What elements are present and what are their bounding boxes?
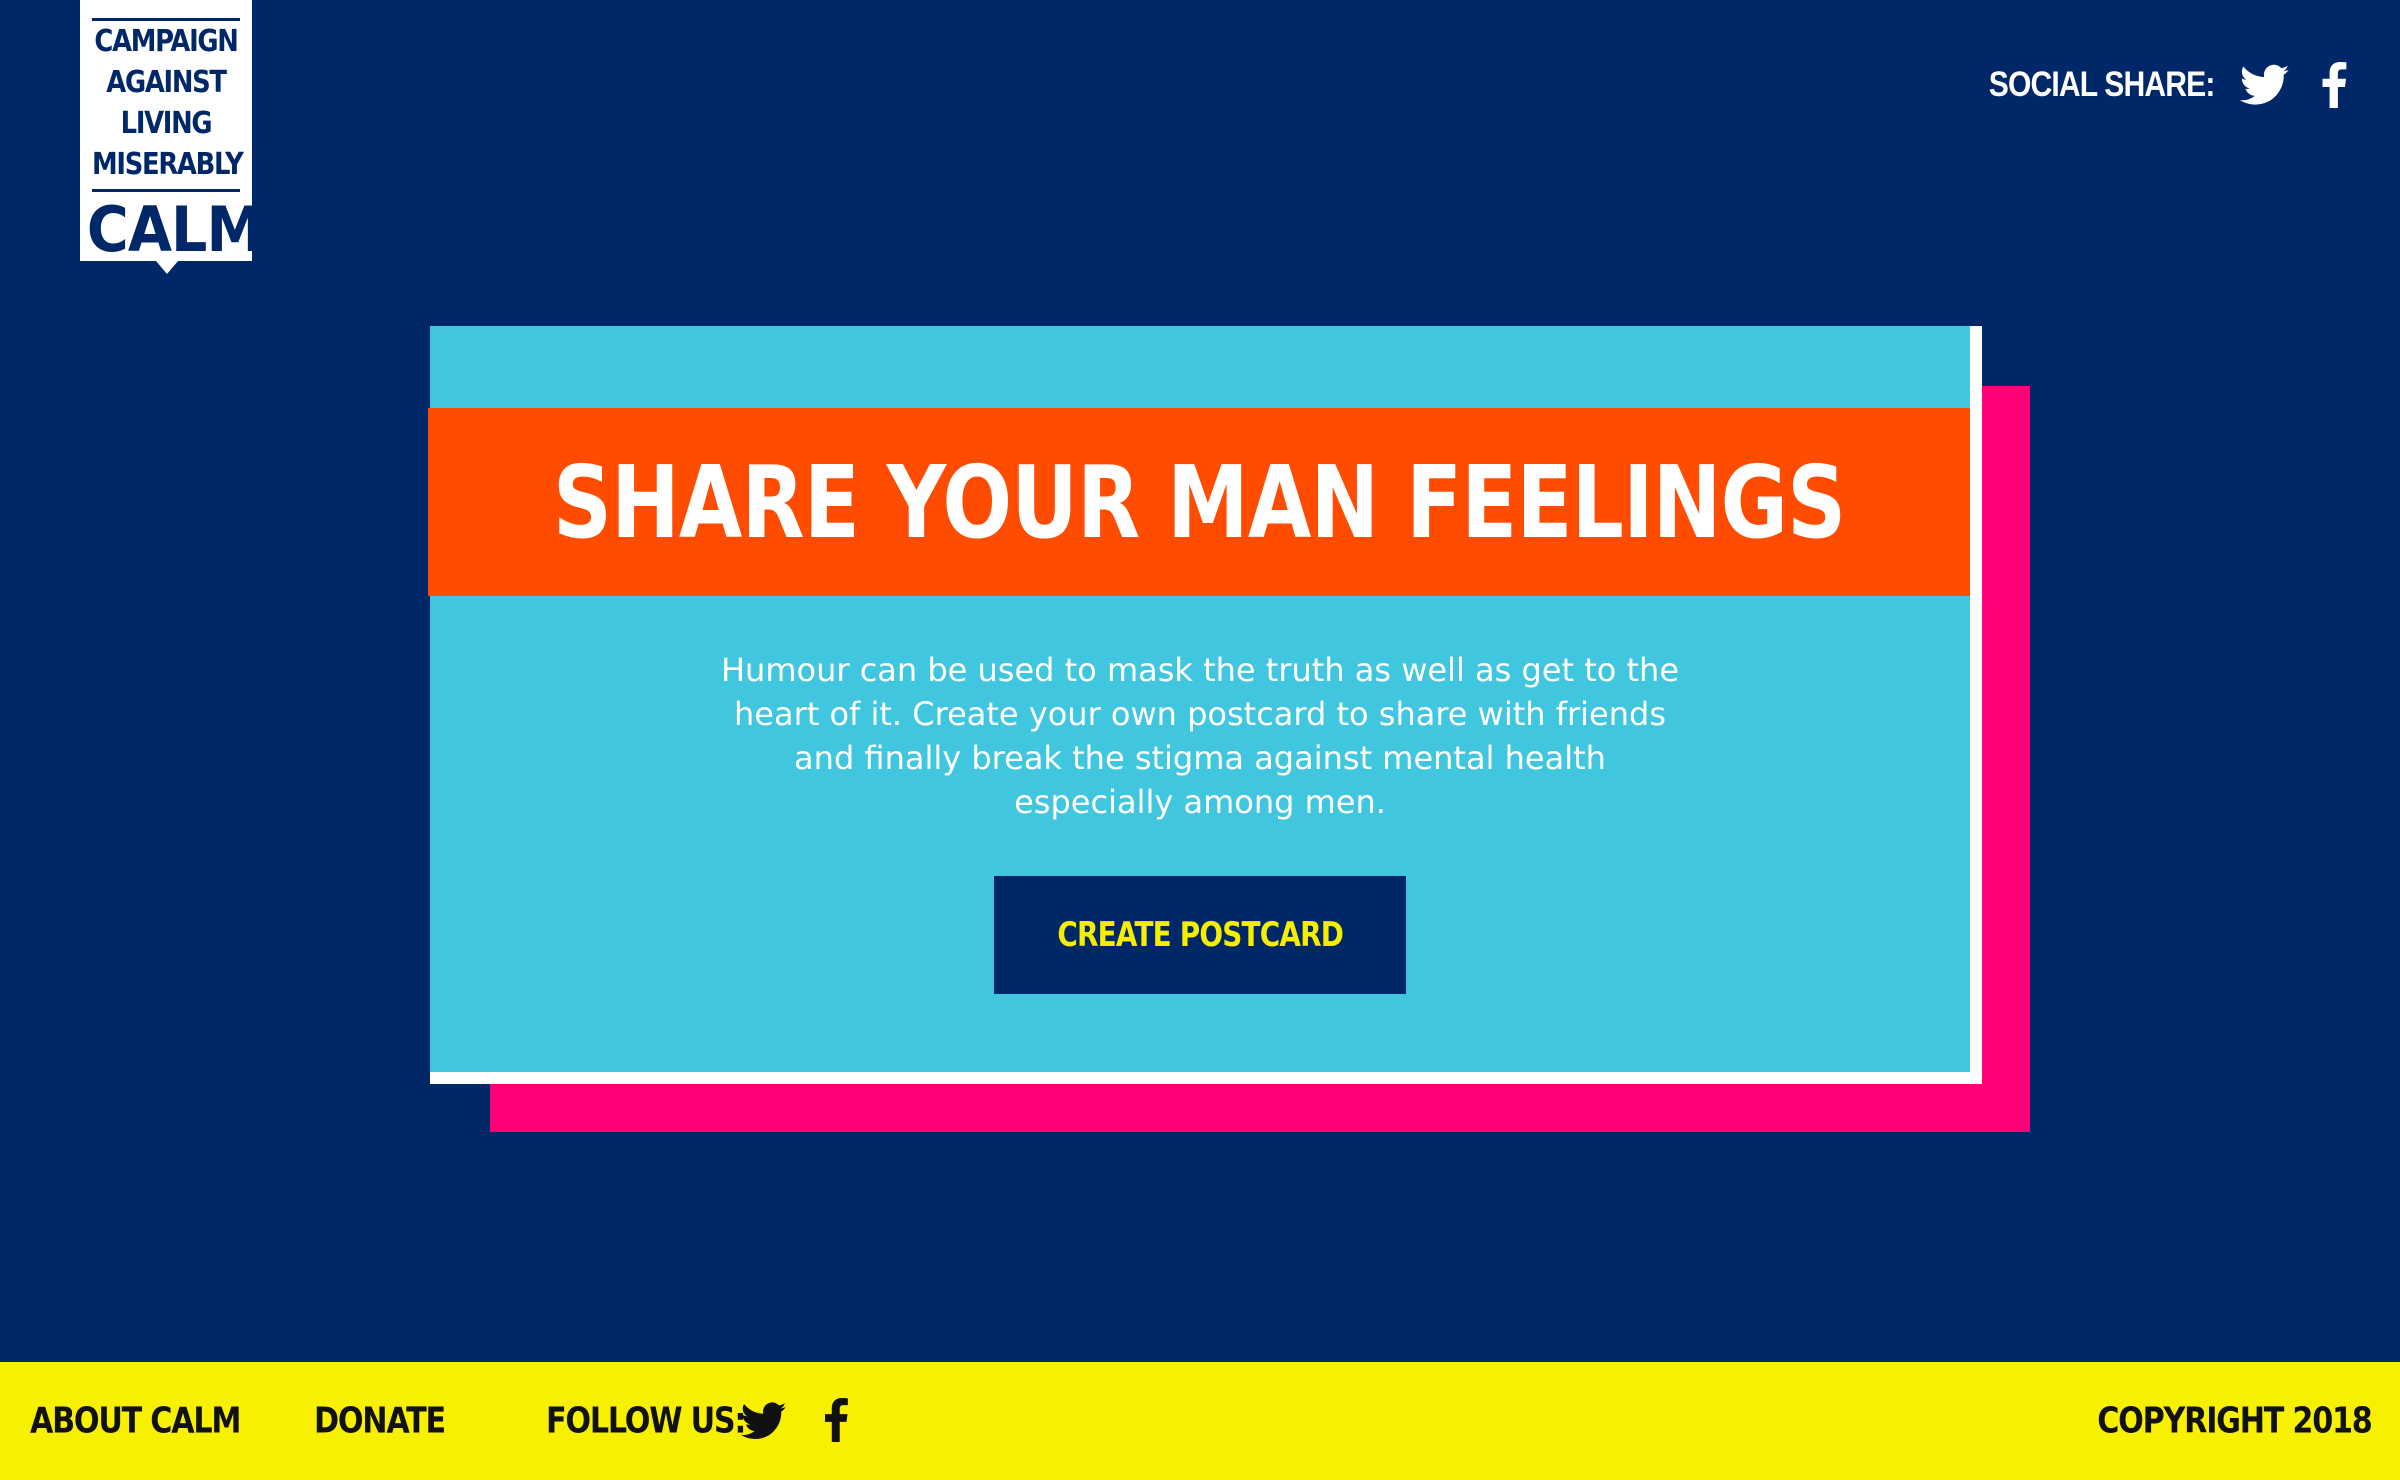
logo-line-miserably: MISERABLY	[92, 147, 244, 182]
footer: ABOUT CALM DONATE FOLLOW US: COPYRIGHT 2…	[0, 1362, 2400, 1480]
logo-acronym: CALM	[86, 193, 263, 266]
calm-logo[interactable]: CAMPAIGN AGAINST LIVING MISERABLY CALM	[80, 0, 263, 274]
twitter-icon[interactable]	[2240, 60, 2290, 110]
title-banner: SHARE YOUR MAN FEELINGS	[428, 408, 1970, 596]
footer-copyright: COPYRIGHT 2018	[2097, 1400, 2374, 1442]
intro-description: Humour can be used to mask the truth as …	[720, 651, 1680, 821]
social-share-label: SOCIAL SHARE:	[1988, 65, 2215, 104]
footer-link-donate[interactable]: DONATE	[314, 1401, 470, 1442]
page-title: SHARE YOUR MAN FEELINGS	[552, 443, 1846, 561]
logo-line-living: LIVING	[120, 106, 213, 141]
create-postcard-label: CREATE POSTCARD	[1057, 915, 1344, 955]
facebook-icon[interactable]	[823, 1397, 849, 1443]
social-share: SOCIAL SHARE:	[1952, 60, 2349, 110]
create-postcard-button[interactable]: CREATE POSTCARD	[994, 876, 1406, 994]
logo-pointer	[156, 261, 178, 274]
logo-line-against: AGAINST	[106, 65, 227, 100]
facebook-icon[interactable]	[2320, 62, 2348, 108]
logo-line-campaign: CAMPAIGN	[94, 24, 238, 59]
logo-rule-bottom	[92, 189, 240, 192]
twitter-icon[interactable]	[740, 1398, 788, 1444]
footer-link-about[interactable]: ABOUT CALM	[30, 1401, 280, 1442]
